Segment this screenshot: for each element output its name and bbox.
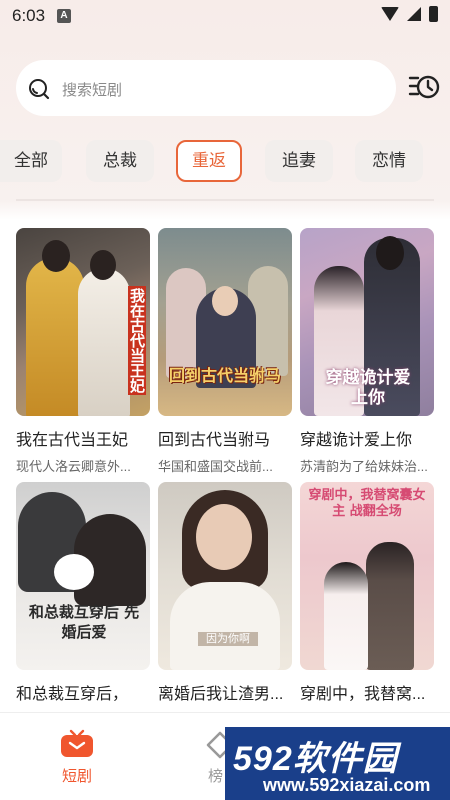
- status-time: 6:03: [12, 6, 46, 25]
- drama-poster[interactable]: 穿剧中，我替窝囊女主 战翻全场: [300, 482, 434, 670]
- poster-title: 和总裁互穿后 先婚后爱: [28, 603, 140, 641]
- wifi-icon: [381, 7, 399, 21]
- poster-title: 穿越诡计爱上你: [325, 368, 411, 408]
- tab-return[interactable]: 重返: [176, 140, 242, 182]
- drama-card[interactable]: 穿越诡计爱上你 穿越诡计爱上你 苏清韵为了给妹妹治...: [300, 228, 434, 475]
- search-placeholder: 搜索短剧: [62, 82, 123, 99]
- tv-icon: [61, 729, 93, 757]
- tabs-divider: [16, 199, 434, 201]
- tab-chase-wife[interactable]: 追妻: [265, 140, 333, 182]
- search-input[interactable]: 搜索短剧: [16, 60, 396, 116]
- drama-title: 穿越诡计爱上你: [300, 432, 413, 449]
- notification-icon: A: [57, 9, 71, 23]
- tab-romance[interactable]: 恋情: [355, 140, 423, 182]
- tab-ceo[interactable]: 总裁: [86, 140, 154, 182]
- drama-title: 离婚后我让渣男...: [158, 686, 284, 703]
- drama-poster[interactable]: 穿越诡计爱上你: [300, 228, 434, 416]
- drama-card[interactable]: 穿剧中，我替窝囊女主 战翻全场 穿剧中，我替窝...: [300, 482, 434, 704]
- nav-item-shorts[interactable]: 短剧: [52, 729, 102, 786]
- drama-card[interactable]: 和总裁互穿后 先婚后爱 和总裁互穿后，: [16, 482, 150, 704]
- poster-title: 我在古代当王妃: [128, 286, 146, 395]
- battery-icon: [429, 6, 438, 22]
- drama-poster[interactable]: 我在古代当王妃: [16, 228, 150, 416]
- signal-icon: [407, 7, 421, 21]
- tab-all[interactable]: 全部: [0, 140, 62, 182]
- search-icon: [29, 79, 50, 100]
- drama-poster[interactable]: 因为你啊: [158, 482, 292, 670]
- poster-title: 回到古代当驸马: [168, 366, 281, 385]
- drama-poster[interactable]: 和总裁互穿后 先婚后爱: [16, 482, 150, 670]
- drama-desc: 苏清韵为了给妹妹治...: [300, 459, 428, 474]
- nav-label-shorts: 短剧: [61, 768, 92, 785]
- watermark-logo: 592软件园 www.592xiazai.com: [225, 727, 450, 800]
- poster-title: 因为你啊: [198, 632, 258, 646]
- drama-title: 我在古代当王妃: [16, 432, 129, 449]
- drama-card[interactable]: 因为你啊 离婚后我让渣男...: [158, 482, 292, 704]
- drama-card[interactable]: 回到古代当驸马 回到古代当驸马 华国和盛国交战前...: [158, 228, 292, 475]
- poster-title: 穿剧中，我替窝囊女主 战翻全场: [308, 488, 426, 519]
- drama-title: 回到古代当驸马: [158, 432, 271, 449]
- drama-desc: 现代人洛云卿意外...: [16, 459, 131, 474]
- drama-title: 穿剧中，我替窝...: [300, 686, 426, 703]
- drama-card[interactable]: 我在古代当王妃 我在古代当王妃 现代人洛云卿意外...: [16, 228, 150, 475]
- category-tabs: 全部 总裁 重返 追妻 恋情: [0, 140, 450, 182]
- status-bar: 6:03 A: [0, 0, 450, 32]
- drama-poster[interactable]: 回到古代当驸马: [158, 228, 292, 416]
- drama-title: 和总裁互穿后，: [16, 686, 129, 703]
- status-icons: [381, 6, 438, 22]
- watermark-brand: 592软件园: [233, 740, 398, 778]
- history-icon[interactable]: [408, 72, 440, 102]
- drama-desc: 华国和盛国交战前...: [158, 459, 273, 474]
- watermark-url: www.592xiazai.com: [263, 775, 431, 795]
